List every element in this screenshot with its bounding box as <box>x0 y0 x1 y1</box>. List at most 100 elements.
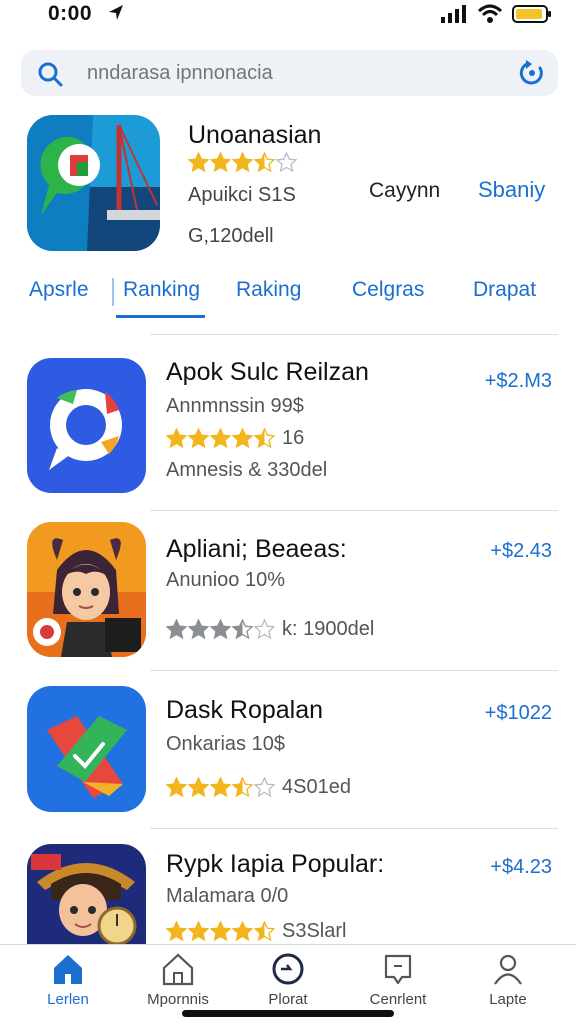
battery-icon <box>512 5 551 23</box>
app-title: Apok Sulc Reilzan <box>166 358 369 386</box>
category-tabs: Apsrle Ranking Raking Celgras Drapat <box>0 268 576 320</box>
app-subtitle: Onkarias 10$ <box>166 733 285 755</box>
nav-label: Cenrlent <box>369 991 427 1008</box>
rating-text: 16 <box>282 427 305 449</box>
star-icon <box>210 619 231 640</box>
star-icon <box>188 777 209 798</box>
home-indicator <box>182 1010 394 1017</box>
tab-apsrle[interactable]: Apsrle <box>29 278 89 302</box>
star-icon <box>166 428 187 449</box>
nav-label: Mpornnis <box>147 991 209 1008</box>
app-subtitle: Annmnssin 99$ <box>166 395 304 417</box>
status-indicators <box>440 4 552 24</box>
star-icon <box>210 152 231 173</box>
nav-item-store[interactable]: Mpornnis <box>123 951 233 1008</box>
nav-label: Lerlen <box>47 991 89 1008</box>
star-icon <box>232 619 253 640</box>
star-icon <box>232 777 253 798</box>
search-icon <box>38 62 63 87</box>
nav-item-chat[interactable]: Cenrlent <box>343 951 453 1008</box>
search-bar[interactable] <box>21 50 558 96</box>
star-icon <box>232 152 253 173</box>
star-icon <box>210 777 231 798</box>
search-input[interactable] <box>87 50 507 96</box>
location-arrow-icon <box>109 5 123 20</box>
app-title: Apliani; Beaeas: <box>166 535 347 563</box>
featured-app-size: G,120dell <box>188 225 274 247</box>
star-icon <box>254 921 275 942</box>
featured-app-title: Unoanasian <box>188 121 322 149</box>
star-icon <box>166 777 187 798</box>
star-icon <box>188 428 209 449</box>
nav-item-clock[interactable]: Plorat <box>233 951 343 1008</box>
chat-icon <box>384 954 412 985</box>
rating-text: 4S01ed <box>282 776 351 798</box>
rating-stars <box>166 921 276 942</box>
tab-ranking[interactable]: Ranking <box>123 278 200 302</box>
app-price-button[interactable]: +$4.23 <box>490 856 552 879</box>
tab-celgras[interactable]: Celgras <box>352 278 424 302</box>
star-icon <box>254 619 275 640</box>
divider <box>150 334 558 335</box>
signal-icon <box>441 5 466 23</box>
app-rating: S3Slarl <box>166 920 346 943</box>
featured-rating-stars <box>188 152 298 173</box>
star-icon <box>210 428 231 449</box>
star-icon <box>254 777 275 798</box>
app-meta: Amnesis & 330del <box>166 459 328 481</box>
divider <box>150 510 558 511</box>
nav-item-profile[interactable]: Lapte <box>453 951 563 1008</box>
star-icon <box>232 428 253 449</box>
list-item[interactable]: Dask Ropalan Onkarias 10$ 4S01ed +$1022 <box>0 684 576 834</box>
star-icon <box>276 152 297 173</box>
featured-app-subtitle: Apuikci S1S <box>188 184 296 206</box>
refresh-icon[interactable] <box>518 59 546 87</box>
list-item[interactable]: Rypk Iapia Popular: Malamara 0/0 S3Slarl… <box>0 840 576 944</box>
rating-stars <box>166 619 276 640</box>
clock-icon <box>272 953 304 985</box>
tab-drapat[interactable]: Drapat <box>473 278 536 302</box>
star-icon <box>188 152 209 173</box>
nav-label: Lapte <box>489 991 527 1008</box>
status-bar: 0:00 <box>0 0 576 34</box>
rating-text: S3Slarl <box>282 920 347 942</box>
rating-stars <box>166 428 276 449</box>
status-time: 0:00 <box>48 2 93 25</box>
star-icon <box>210 921 231 942</box>
app-price-button[interactable]: +$2.M3 <box>485 370 552 393</box>
divider <box>150 670 558 671</box>
app-price-button[interactable]: +$2.43 <box>490 540 552 563</box>
store-icon <box>162 953 194 986</box>
rating-text: k: 1900del <box>282 618 375 640</box>
tab-divider <box>112 278 114 306</box>
app-icon-explorer <box>27 844 146 944</box>
home-icon <box>54 955 82 984</box>
app-icon-chat <box>27 358 146 493</box>
divider <box>150 828 558 829</box>
list-item[interactable]: Apok Sulc Reilzan Annmnssin 99$ 16 Amnes… <box>0 352 576 512</box>
nav-label: Plorat <box>268 991 308 1008</box>
featured-app-icon[interactable] <box>27 115 160 251</box>
app-subtitle: Anunioo 10% <box>166 569 285 591</box>
app-icon-checkmark <box>27 686 146 812</box>
tab-raking[interactable]: Raking <box>236 278 301 302</box>
app-rating: k: 1900del <box>166 618 374 641</box>
profile-icon <box>494 954 522 985</box>
app-price-button[interactable]: +$1022 <box>485 702 552 725</box>
featured-action-button[interactable]: Sbaniy <box>478 177 545 203</box>
app-rating: 4S01ed <box>166 776 351 799</box>
app-icon-character <box>27 522 146 657</box>
star-icon <box>188 921 209 942</box>
list-item[interactable]: Apliani; Beaeas: Anunioo 10% k: 1900del … <box>0 522 576 672</box>
star-icon <box>166 921 187 942</box>
app-title: Dask Ropalan <box>166 696 324 724</box>
rating-stars <box>166 777 276 798</box>
star-icon <box>254 152 275 173</box>
wifi-icon <box>477 4 503 23</box>
app-rating: 16 <box>166 427 304 450</box>
app-title: Rypk Iapia Popular: <box>166 850 385 878</box>
active-tab-indicator <box>116 315 205 318</box>
app-subtitle: Malamara 0/0 <box>166 885 289 907</box>
nav-item-home[interactable]: Lerlen <box>13 951 123 1008</box>
star-icon <box>232 921 253 942</box>
